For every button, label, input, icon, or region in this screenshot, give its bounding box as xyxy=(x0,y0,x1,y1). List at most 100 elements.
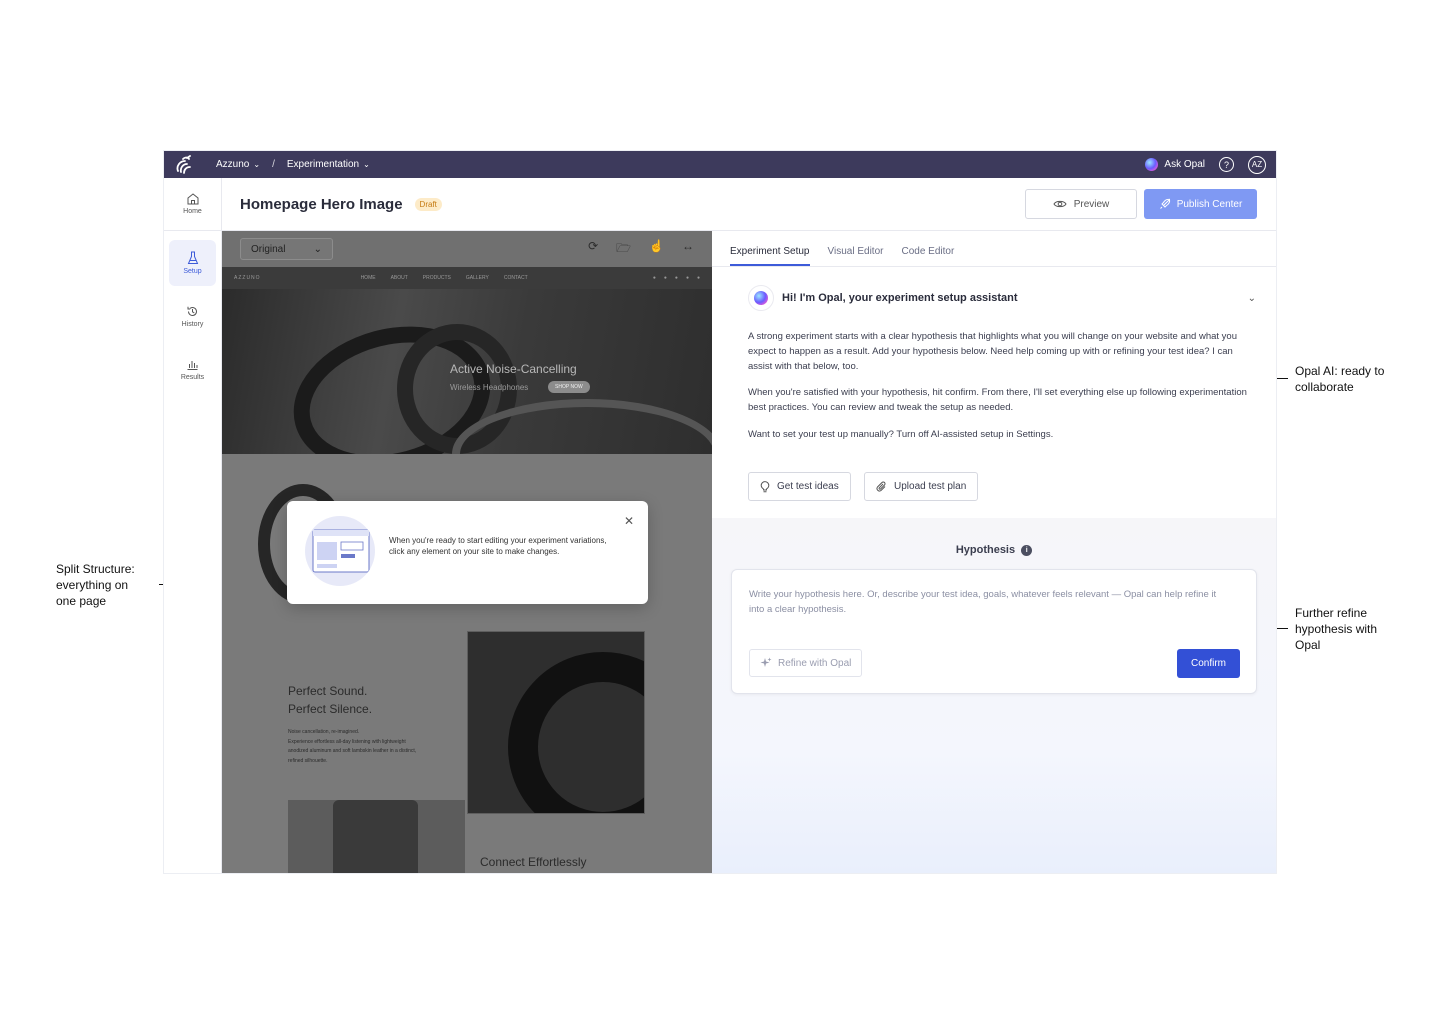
social-icon[interactable]: ● xyxy=(697,275,700,281)
site-nav-link[interactable]: HOME xyxy=(361,275,376,281)
social-icon[interactable]: ● xyxy=(675,275,678,281)
flask-icon xyxy=(187,251,198,264)
hypothesis-card: Write your hypothesis here. Or, describe… xyxy=(731,569,1257,694)
rocket-icon xyxy=(1159,198,1170,209)
editor-illustration xyxy=(305,516,375,586)
sidebar-item-home[interactable]: Home xyxy=(169,180,216,226)
chevron-down-icon[interactable]: ⌄ xyxy=(1248,293,1256,304)
history-icon xyxy=(187,306,197,316)
opal-assistant-header[interactable]: Hi! I'm Opal, your experiment setup assi… xyxy=(748,285,1256,311)
site-hero[interactable]: Active Noise-Cancelling Wireless Headpho… xyxy=(222,289,712,454)
annotation-line-text: Opal xyxy=(1295,638,1321,652)
site-nav-link[interactable]: GALLERY xyxy=(466,275,489,281)
social-icon[interactable]: ● xyxy=(664,275,667,281)
page: Split Structure: everything on one page … xyxy=(0,0,1440,1024)
site-nav-link[interactable]: CONTACT xyxy=(504,275,528,281)
brand-logo-icon[interactable] xyxy=(174,154,196,176)
get-test-ideas-label: Get test ideas xyxy=(777,481,839,492)
section-body[interactable]: Noise cancellation, re-imagined. Experie… xyxy=(288,728,416,766)
preview-button-label: Preview xyxy=(1073,198,1110,210)
page-title: Homepage Hero Image xyxy=(240,195,403,213)
site-social-icons: ● ● ● ● ● xyxy=(653,275,700,281)
avatar[interactable]: AZ xyxy=(1248,155,1266,174)
sidebar-item-label: Home xyxy=(183,207,202,215)
refine-with-opal-label: Refine with Opal xyxy=(778,657,852,669)
sidebar-item-setup[interactable]: Setup xyxy=(169,240,216,286)
annotation-line-text: collaborate xyxy=(1295,380,1354,394)
breadcrumb-section-label: Experimentation xyxy=(286,159,360,170)
speaker-image[interactable] xyxy=(288,800,465,873)
preview-toolbar: Original ⌄ ⟳ 🗁 ☝ ↔ xyxy=(222,231,712,267)
section-body-line: Noise cancellation, re-imagined. xyxy=(288,729,360,735)
earcup-shape xyxy=(508,652,644,813)
sidebar-item-history[interactable]: History xyxy=(169,293,216,339)
earcup-image[interactable] xyxy=(467,631,645,814)
close-icon[interactable]: ✕ xyxy=(624,514,634,528)
ask-opal-button[interactable]: Ask Opal xyxy=(1145,158,1205,171)
hypothesis-input[interactable]: Write your hypothesis here. Or, describe… xyxy=(749,587,1229,617)
app-window: Azzuno ⌄ / Experimentation ⌄ Ask Opal ? … xyxy=(164,151,1276,873)
breadcrumb-workspace[interactable]: Azzuno ⌄ xyxy=(216,159,260,170)
sidebar: Home Setup History Results xyxy=(164,178,222,873)
annotation-line-text: Split Structure: xyxy=(56,562,135,576)
breadcrumb-separator: / xyxy=(272,159,275,170)
hero-title[interactable]: Active Noise-Cancelling xyxy=(450,362,577,376)
opal-message-paragraph: A strong experiment starts with a clear … xyxy=(748,331,1237,372)
social-icon[interactable]: ● xyxy=(686,275,689,281)
confirm-button[interactable]: Confirm xyxy=(1177,649,1240,678)
annotation-line-text: everything on xyxy=(56,578,129,592)
breadcrumb-workspace-label: Azzuno xyxy=(216,159,250,170)
publish-center-button[interactable]: Publish Center xyxy=(1144,189,1257,219)
upload-test-plan-label: Upload test plan xyxy=(894,481,967,492)
section-heading[interactable]: Connect Effortlessly xyxy=(480,855,587,869)
annotation-split-structure: Split Structure: everything on one page xyxy=(56,561,135,609)
help-icon[interactable]: ? xyxy=(1219,157,1234,172)
chart-icon xyxy=(187,360,198,370)
top-bar: Azzuno ⌄ / Experimentation ⌄ Ask Opal ? … xyxy=(164,151,1276,178)
hero-subtitle[interactable]: Wireless Headphones xyxy=(450,383,528,392)
site-brand: AZZUNO xyxy=(234,275,261,281)
hero-shop-button[interactable]: SHOP NOW xyxy=(548,381,590,393)
annotation-opal-ai: Opal AI: ready to collaborate xyxy=(1295,363,1384,395)
sidebar-item-results[interactable]: Results xyxy=(169,346,216,392)
pointer-hand-icon[interactable]: ☝ xyxy=(649,239,664,260)
section-body-line: refined silhouette. xyxy=(288,757,328,764)
variation-select-value: Original xyxy=(251,243,286,255)
editing-tip-modal: When you're ready to start editing your … xyxy=(287,501,648,604)
breadcrumb-section[interactable]: Experimentation ⌄ xyxy=(287,159,370,170)
folder-icon[interactable]: 🗁 xyxy=(616,239,631,260)
chevron-down-icon: ⌄ xyxy=(253,160,261,169)
header-actions: Preview Publish Center xyxy=(1025,189,1257,219)
site-nav-links: HOME ABOUT PRODUCTS GALLERY CONTACT xyxy=(361,275,528,281)
ask-opal-label: Ask Opal xyxy=(1164,159,1205,170)
refresh-icon[interactable]: ⟳ xyxy=(588,239,598,260)
refine-with-opal-button[interactable]: Refine with Opal xyxy=(749,649,863,677)
variation-select[interactable]: Original ⌄ xyxy=(240,238,333,260)
get-test-ideas-button[interactable]: Get test ideas xyxy=(748,472,851,501)
site-nav-link[interactable]: ABOUT xyxy=(391,275,408,281)
section-body-line: anodized aluminum and soft lambskin leat… xyxy=(288,748,417,754)
opal-message-paragraph: Want to set your test up manually? Turn … xyxy=(748,429,1054,440)
info-icon[interactable]: i xyxy=(1021,545,1033,556)
topbar-actions: Ask Opal ? AZ xyxy=(1145,155,1266,174)
sparkle-icon xyxy=(760,657,772,667)
status-badge: Draft xyxy=(414,197,442,211)
experiment-panel: Experiment Setup Visual Editor Code Edit… xyxy=(712,231,1276,873)
tab-code-editor[interactable]: Code Editor xyxy=(901,246,954,266)
upload-test-plan-button[interactable]: Upload test plan xyxy=(864,472,979,501)
opal-orb-icon xyxy=(1145,158,1159,171)
site-preview-pane: Original ⌄ ⟳ 🗁 ☝ ↔ AZZUNO HOME ABOUT PRO… xyxy=(222,231,712,873)
hypothesis-title: Hypothesis xyxy=(955,544,1016,556)
social-icon[interactable]: ● xyxy=(653,275,656,281)
resize-horizontal-icon[interactable]: ↔ xyxy=(682,239,694,260)
page-header: Homepage Hero Image Draft Preview Publis… xyxy=(222,178,1276,231)
opal-title: Hi! I'm Opal, your experiment setup assi… xyxy=(782,292,1018,304)
app-body: Home Setup History Results Homepage Hero… xyxy=(164,178,1276,873)
chevron-down-icon: ⌄ xyxy=(363,160,370,169)
preview-button[interactable]: Preview xyxy=(1025,189,1137,219)
site-nav-link[interactable]: PRODUCTS xyxy=(423,275,451,281)
tab-experiment-setup[interactable]: Experiment Setup xyxy=(730,246,810,266)
tab-visual-editor[interactable]: Visual Editor xyxy=(828,246,884,266)
section-heading[interactable]: Perfect Sound. Perfect Silence. xyxy=(288,682,372,718)
section-heading-line: Perfect Silence. xyxy=(288,702,373,716)
